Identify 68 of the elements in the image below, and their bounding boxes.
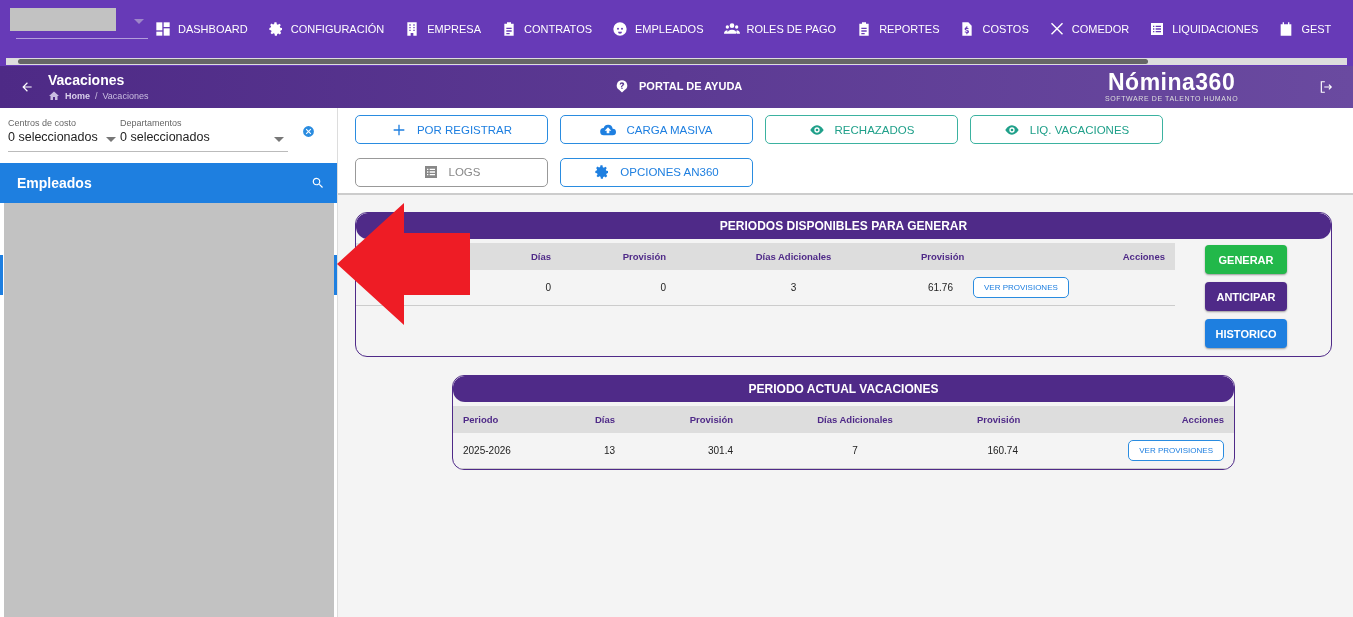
face-icon <box>612 20 629 37</box>
view-provisions-button[interactable]: VER PROVISIONES <box>1128 440 1224 461</box>
column-header: Días <box>594 414 615 425</box>
selection-indicator <box>0 255 3 295</box>
view-provisions-button[interactable]: VER PROVISIONES <box>973 277 1069 298</box>
action-button[interactable]: OPCIONES AN360 <box>560 157 753 187</box>
nav-item[interactable]: CONFIGURACIÓN <box>267 20 385 37</box>
page-title: Vacaciones <box>48 72 126 88</box>
filter-dropdown[interactable]: Centros de costo 0 seleccionados <box>8 118 120 152</box>
action-button[interactable]: POR REGISTRAR <box>355 115 548 144</box>
table-cell: 2025-2026 <box>463 445 511 456</box>
table-cell: 7 <box>852 445 858 456</box>
table-cell: 160.74 <box>987 445 1018 456</box>
list-icon <box>422 164 439 180</box>
nav-item[interactable]: ROLES DE PAGO <box>723 20 837 37</box>
nav-item[interactable]: EMPRESA <box>404 20 481 37</box>
back-arrow-icon[interactable] <box>20 80 34 94</box>
column-header: Días Adicionales <box>755 251 832 262</box>
column-header: Provisión <box>921 251 965 262</box>
nav-item[interactable]: GEST <box>1278 20 1332 37</box>
column-header: Días <box>530 251 551 262</box>
list-icon <box>1149 20 1166 37</box>
gear-icon <box>594 164 611 180</box>
people-icon <box>723 20 740 37</box>
column-header: Acciones <box>1122 251 1165 262</box>
nav-item[interactable]: LIQUIDACIONES <box>1149 20 1259 37</box>
help-icon <box>615 79 629 93</box>
period-action-button[interactable]: ANTICIPAR <box>1205 282 1287 311</box>
home-icon <box>48 90 60 102</box>
table-cell: 0 <box>660 282 666 293</box>
nav-item[interactable]: DASHBOARD <box>155 20 248 37</box>
search-icon[interactable] <box>311 176 325 190</box>
company-select[interactable] <box>16 18 148 39</box>
breadcrumb-link[interactable]: Home <box>65 91 90 101</box>
column-header: Acciones <box>1181 414 1224 425</box>
nav-item[interactable]: EMPLEADOS <box>612 20 704 37</box>
selection-indicator <box>334 255 337 295</box>
help-portal-link[interactable]: PORTAL DE AYUDA <box>615 79 743 93</box>
period-action-button[interactable]: HISTORICO <box>1205 319 1287 348</box>
clipboard-icon <box>501 20 517 37</box>
table-cell: 0 <box>545 282 551 293</box>
nav-item[interactable]: CONTRATOS <box>501 20 593 37</box>
column-header: Provisión <box>689 414 733 425</box>
action-button[interactable]: CARGA MASIVA <box>560 115 753 144</box>
nav-item[interactable]: COSTOS <box>959 20 1029 37</box>
table-cell: 61.76 <box>927 282 953 293</box>
table-cell: 13 <box>603 445 615 456</box>
dashboard-icon <box>155 20 171 37</box>
table-cell: 3 <box>790 282 797 293</box>
table-cell: 301.4 <box>707 445 733 456</box>
employees-title: Empleados <box>17 175 92 191</box>
action-button[interactable]: LOGS <box>355 157 548 187</box>
gear-icon <box>267 20 284 37</box>
column-header: Provisión <box>622 251 666 262</box>
clear-icon[interactable] <box>302 125 315 138</box>
filter-dropdown[interactable]: Departamentos 0 seleccionados <box>120 118 288 152</box>
horizontal-scrollbar[interactable] <box>6 58 1347 65</box>
column-header: Días Adicionales <box>817 414 893 425</box>
brand-logo: Nómina360 <box>1107 69 1237 95</box>
card-title: PERIODO ACTUAL VACACIONES <box>453 376 1234 402</box>
card-title: PERIODOS DISPONIBLES PARA GENERAR <box>356 213 1331 239</box>
nav-item[interactable]: COMEDOR <box>1048 20 1130 37</box>
breadcrumb-current: Vacaciones <box>102 91 149 101</box>
nav-item[interactable]: REPORTES <box>856 20 940 37</box>
breadcrumb-separator: / <box>95 91 98 101</box>
logout-icon[interactable] <box>1319 80 1333 94</box>
column-header: Provisión <box>977 414 1021 425</box>
column-header: Periodo <box>463 414 499 425</box>
